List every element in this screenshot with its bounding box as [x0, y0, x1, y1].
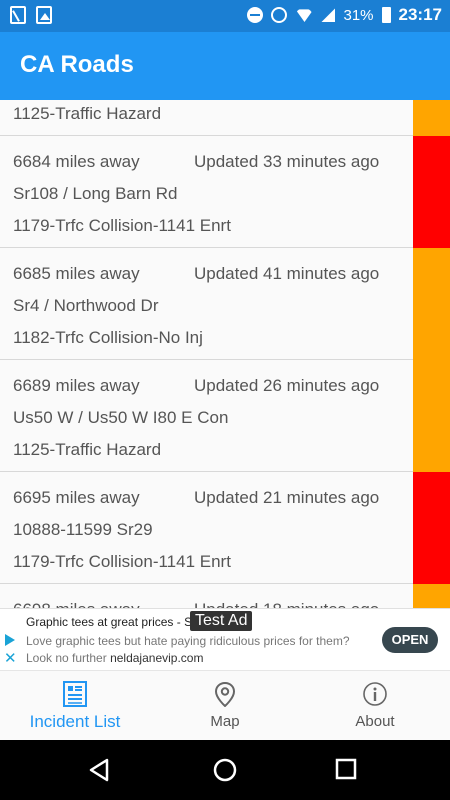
ad-url-prefix: Look no further [26, 651, 111, 665]
notification-icons [10, 6, 52, 24]
incident-road: Us50 W / Us50 W I80 E Con [13, 408, 229, 427]
incident-distance: 6689 miles away [13, 376, 140, 395]
incident-updated: Updated 18 minutes ago [194, 600, 379, 608]
incident-distance: 6695 miles away [13, 488, 140, 507]
info-icon [363, 682, 387, 706]
close-ad-icon[interactable]: ✕ [4, 651, 17, 666]
incident-row[interactable]: 6698 miles away Updated 18 minutes ago [0, 584, 450, 608]
ad-banner[interactable]: Graphic tees at great prices - Shop Toda… [0, 608, 450, 670]
nav-label-incident-list: Incident List [29, 712, 121, 731]
battery-icon [381, 7, 391, 23]
bottom-navigation: Incident List Map About [0, 670, 450, 740]
incident-road: Sr4 / Northwood Dr [13, 296, 159, 315]
do-not-disturb-icon [247, 7, 264, 23]
incident-type: 1125-Traffic Hazard [13, 104, 162, 123]
incident-type: 1179-Trfc Collision-1141 Enrt [13, 552, 231, 571]
incident-list[interactable]: 1125-Traffic Hazard 6684 miles away Sr108 … [0, 100, 450, 608]
image-icon [36, 6, 52, 24]
system-status: 31% 23:17 [247, 5, 442, 25]
nav-map[interactable]: Map [150, 671, 300, 741]
incident-row[interactable]: 6685 miles away Sr4 / Northwood Dr 1182-Tr… [0, 248, 450, 360]
incident-distance: 6698 miles away [13, 600, 140, 608]
incident-type: 1179-Trfc Collision-1141 Enrt [13, 216, 231, 235]
back-icon[interactable] [88, 758, 110, 782]
incident-row[interactable]: 1125-Traffic Hazard [0, 100, 450, 136]
adchoices-icon[interactable] [5, 634, 15, 646]
nav-label-map: Map [210, 713, 240, 730]
incident-row[interactable]: 6695 miles away 10888-11599 Sr29 1179-Trfc… [0, 472, 450, 584]
incident-distance: 6684 miles away [13, 152, 140, 171]
ad-url-line[interactable]: Look no further neldajanevip.com [26, 651, 203, 665]
app-bar: CA Roads [0, 32, 450, 100]
ad-body[interactable]: Love graphic tees but hate paying ridicu… [26, 634, 350, 648]
ad-url[interactable]: neldajanevip.com [110, 651, 203, 665]
nav-incident-list[interactable]: Incident List [0, 671, 150, 741]
severity-indicator [413, 248, 450, 360]
alarm-icon [271, 7, 288, 23]
list-icon [63, 681, 87, 707]
app-title: CA Roads [20, 51, 134, 78]
map-pin-icon [214, 681, 236, 707]
signal-icon [321, 8, 336, 22]
incident-type: 1182-Trfc Collision-No Inj [13, 328, 203, 347]
severity-indicator [413, 360, 450, 472]
incident-updated: Updated 21 minutes ago [194, 488, 380, 507]
incident-type: 1125-Traffic Hazard [13, 440, 162, 459]
incident-updated: Updated 41 minutes ago [194, 264, 380, 283]
severity-indicator [413, 472, 450, 584]
severity-indicator [413, 136, 450, 248]
clock: 23:17 [398, 5, 442, 24]
incident-updated: Updated 26 minutes ago [194, 376, 380, 395]
status-bar: 31% 23:17 [0, 0, 450, 32]
home-icon[interactable] [213, 758, 237, 782]
recents-icon[interactable] [335, 758, 357, 780]
sim-card-icon [10, 6, 26, 24]
nav-about[interactable]: About [300, 671, 450, 741]
severity-indicator [413, 584, 450, 608]
incident-row[interactable]: 6689 miles away Us50 W / Us50 W I80 E Con… [0, 360, 450, 472]
incident-distance: 6685 miles away [13, 264, 140, 283]
nav-label-about: About [355, 713, 395, 730]
incident-updated: Updated 33 minutes ago [194, 152, 380, 171]
test-ad-badge: Test Ad [190, 611, 253, 631]
battery-percent: 31% [343, 6, 374, 24]
incident-row[interactable]: 6684 miles away Sr108 / Long Barn Rd 1179-… [0, 136, 450, 248]
incident-road: 10888-11599 Sr29 [13, 520, 153, 539]
severity-indicator [413, 100, 450, 136]
wifi-icon [295, 9, 314, 22]
system-navigation-bar [0, 740, 450, 800]
ad-open-button[interactable]: OPEN [382, 627, 438, 653]
incident-road: Sr108 / Long Barn Rd [13, 184, 178, 203]
